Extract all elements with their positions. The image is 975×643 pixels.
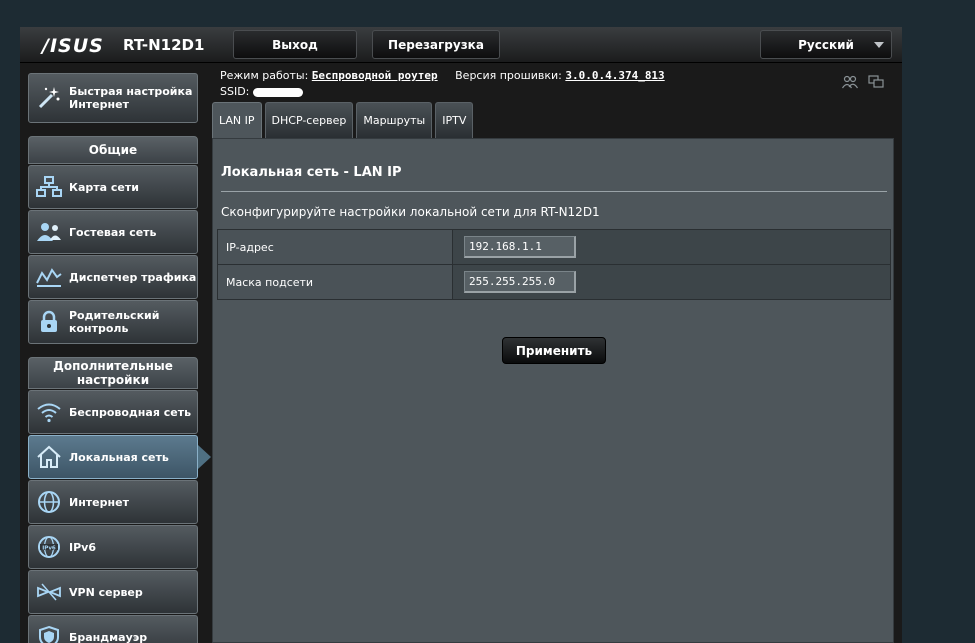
page-title: Локальная сеть - LAN IP [221, 165, 402, 180]
sidebar-item-internet[interactable]: Интернет [28, 480, 198, 524]
router-admin-window: /ISUS RT-N12D1 Выход Перезагрузка Русски… [20, 27, 902, 643]
parental-control-icon [35, 308, 63, 336]
ssid-row: SSID: [220, 85, 304, 98]
sidebar-item-vpn[interactable]: VPN сервер [28, 570, 198, 614]
sidebar-item-label: Локальная сеть [69, 450, 169, 464]
sidebar-item-label: Гостевая сеть [69, 225, 157, 239]
quick-setup-label: Быстрая настройка Интернет [69, 85, 193, 111]
mode-link[interactable]: Беспроводной роутер [312, 69, 438, 82]
sidebar-item-label: IPv6 [69, 540, 96, 554]
sidebar-item-wireless[interactable]: Беспроводная сеть [28, 390, 198, 434]
guest-network-icon [35, 218, 63, 246]
tab-iptv[interactable]: IPTV [435, 102, 474, 138]
table-row: IP-адрес [217, 229, 891, 265]
tab-bar: LAN IP DHCP-сервер Маршруты IPTV [212, 102, 474, 138]
ssid-masked-value [253, 87, 304, 97]
lan-settings-table: IP-адрес Маска подсети [217, 229, 891, 300]
screens-icon[interactable] [868, 74, 884, 93]
sidebar-item-label: VPN сервер [69, 585, 143, 599]
ip-address-cell [452, 229, 891, 265]
sidebar-item-lan[interactable]: Локальная сеть [28, 435, 198, 479]
globe-icon [35, 488, 63, 516]
firmware-link[interactable]: 3.0.0.4.374_813 [565, 69, 664, 82]
top-bar: /ISUS RT-N12D1 Выход Перезагрузка Русски… [20, 27, 902, 63]
firmware-label: Версия прошивки: [455, 69, 562, 82]
subnet-mask-cell [452, 264, 891, 300]
active-item-pointer [198, 445, 211, 469]
svg-text:IPv6: IPv6 [42, 546, 56, 552]
firewall-icon [35, 623, 63, 643]
page-description: Сконфигурируйте настройки локальной сети… [221, 205, 600, 219]
quick-setup-button[interactable]: Быстрая настройка Интернет [28, 73, 198, 123]
model-name: RT-N12D1 [123, 36, 205, 54]
asus-logo: /ISUS [42, 35, 104, 57]
ipv6-icon: IPv6 [35, 533, 63, 561]
sidebar-item-label: Беспроводная сеть [69, 405, 192, 419]
ip-address-label: IP-адрес [217, 229, 453, 265]
sidebar-item-label: Брандмауэр [69, 630, 148, 643]
ssid-label: SSID: [220, 85, 250, 98]
sidebar-item-label: Карта сети [69, 180, 139, 194]
wireless-icon [35, 398, 63, 426]
home-icon [35, 443, 63, 471]
sidebar-item-traffic-manager[interactable]: Диспетчер трафика [28, 255, 198, 299]
chevron-down-icon [874, 42, 884, 48]
top-icons [841, 74, 884, 93]
reboot-button[interactable]: Перезагрузка [372, 30, 500, 59]
sidebar-item-label: Родительский контроль [69, 309, 160, 335]
language-value: Русский [798, 37, 854, 52]
subnet-mask-label: Маска подсети [217, 264, 453, 300]
tab-lan-ip[interactable]: LAN IP [212, 102, 262, 138]
sidebar-item-ipv6[interactable]: IPv6 IPv6 [28, 525, 198, 569]
sidebar-item-parental-control[interactable]: Родительский контроль [28, 300, 198, 344]
language-select[interactable]: Русский [760, 30, 892, 59]
tab-dhcp-server[interactable]: DHCP-сервер [264, 102, 354, 138]
subnet-mask-input[interactable] [464, 271, 576, 293]
sidebar-item-guest-network[interactable]: Гостевая сеть [28, 210, 198, 254]
sidebar-item-label: Интернет [69, 495, 129, 509]
sidebar-item-label: Диспетчер трафика [69, 270, 197, 284]
vpn-icon [35, 578, 63, 606]
section-general-header: Общие [28, 136, 198, 164]
table-row: Маска подсети [217, 264, 891, 300]
ip-address-input[interactable] [464, 236, 576, 258]
sidebar-item-network-map[interactable]: Карта сети [28, 165, 198, 209]
magic-wand-icon [35, 84, 63, 112]
status-info: Режим работы: Беспроводной роутер Версия… [220, 69, 665, 82]
traffic-manager-icon [35, 263, 63, 291]
logout-button[interactable]: Выход [233, 30, 357, 59]
tab-routes[interactable]: Маршруты [356, 102, 433, 138]
divider [221, 191, 887, 192]
lan-ip-panel: Локальная сеть - LAN IP Сконфигурируйте … [212, 138, 894, 643]
network-map-icon [35, 173, 63, 201]
section-advanced-header: Дополнительные настройки [28, 357, 198, 389]
sidebar-item-firewall[interactable]: Брандмауэр [28, 615, 198, 643]
apply-button[interactable]: Применить [502, 337, 606, 364]
users-icon[interactable] [841, 74, 859, 93]
mode-label: Режим работы: [220, 69, 309, 82]
